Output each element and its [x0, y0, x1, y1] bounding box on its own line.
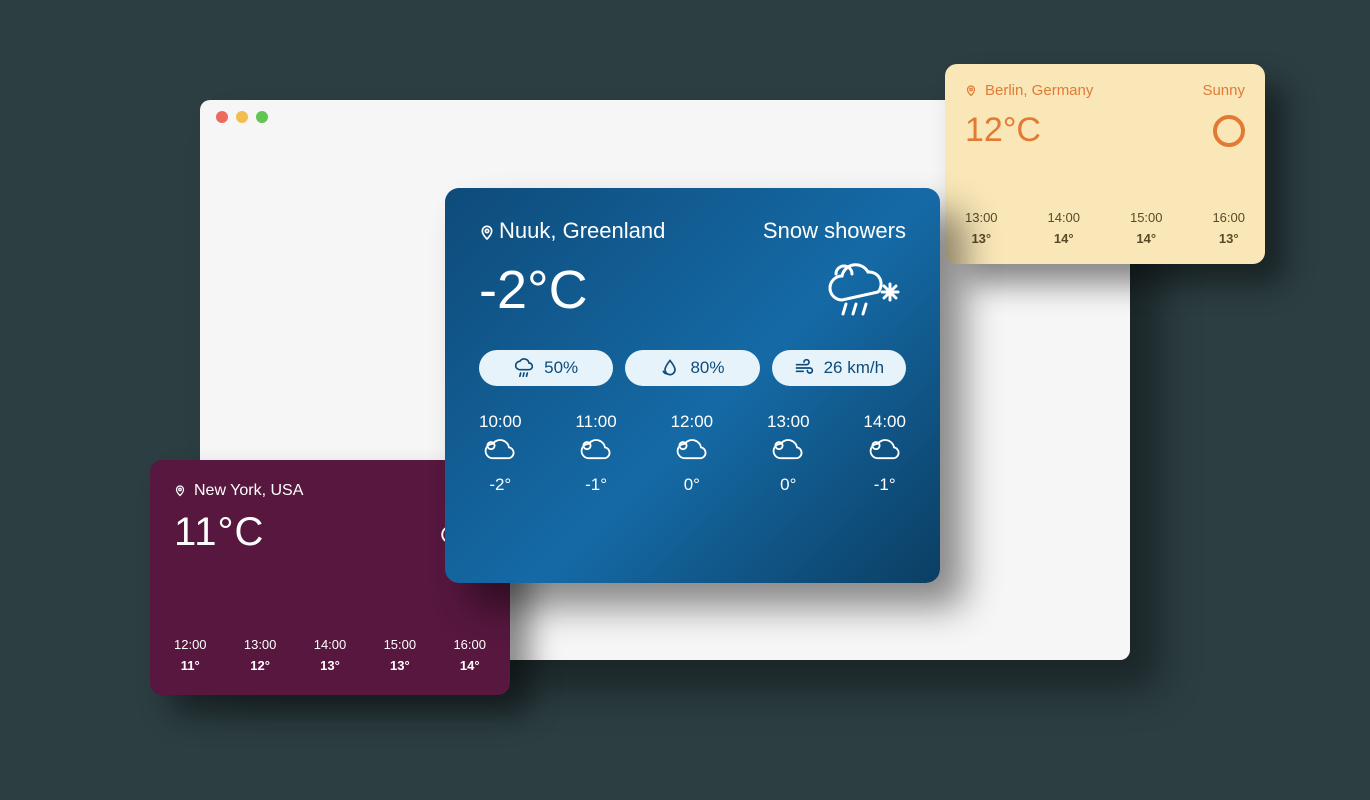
- precipitation-value: 50%: [544, 358, 578, 378]
- cloudy-icon: [674, 438, 710, 469]
- condition-text: Sunny: [1202, 82, 1245, 99]
- hour-time: 10:00: [479, 412, 522, 432]
- hour-temp: 14°: [453, 658, 486, 673]
- cloudy-icon: [867, 438, 903, 469]
- hour-temp: -1°: [874, 475, 896, 495]
- forecast-hour: 16:00 13°: [1212, 210, 1245, 246]
- temperature-value: 11°C: [174, 510, 264, 555]
- location-label: New York, USA: [174, 482, 303, 500]
- location-pin-icon: [174, 485, 186, 497]
- close-window-icon[interactable]: [216, 111, 228, 123]
- hour-time: 16:00: [453, 637, 486, 652]
- hour-time: 15:00: [384, 637, 417, 652]
- hour-temp: 13°: [1212, 231, 1245, 246]
- location-pin-icon: [965, 85, 977, 97]
- cloudy-icon: [482, 438, 518, 469]
- hour-time: 14:00: [314, 637, 347, 652]
- forecast-hour: 11:00 -1°: [575, 412, 616, 495]
- hour-temp: 0°: [684, 475, 700, 495]
- temperature-value: -2°C: [479, 259, 588, 321]
- hour-temp: 14°: [1130, 231, 1163, 246]
- hour-temp: 14°: [1047, 231, 1080, 246]
- forecast-hour: 14:00 13°: [314, 637, 347, 673]
- temperature-value: 12°C: [965, 111, 1041, 150]
- hour-temp: 0°: [780, 475, 796, 495]
- forecast-hour: 13:00 13°: [965, 210, 998, 246]
- location-label: Berlin, Germany: [965, 82, 1093, 99]
- forecast-hour: 10:00 -2°: [479, 412, 522, 495]
- hour-temp: 12°: [244, 658, 277, 673]
- hour-time: 12:00: [174, 637, 207, 652]
- hour-time: 13:00: [767, 412, 810, 432]
- wind-value: 26 km/h: [824, 358, 884, 378]
- forecast-hour: 12:00 0°: [671, 412, 714, 495]
- wind-pill: 26 km/h: [772, 350, 906, 386]
- cloudy-icon: [770, 438, 806, 469]
- forecast-hour: 12:00 11°: [174, 637, 207, 673]
- location-label: Nuuk, Greenland: [479, 218, 665, 244]
- hour-temp: -1°: [585, 475, 607, 495]
- sun-icon: [1213, 115, 1245, 147]
- location-pin-icon: [479, 225, 491, 237]
- humidity-value: 80%: [690, 358, 724, 378]
- hour-temp: 11°: [174, 658, 207, 673]
- hour-temp: -2°: [489, 475, 511, 495]
- forecast-hour: 14:00 14°: [1047, 210, 1080, 246]
- location-text: New York, USA: [194, 482, 303, 500]
- hour-temp: 13°: [965, 231, 998, 246]
- forecast-hour: 15:00 14°: [1130, 210, 1163, 246]
- hourly-forecast: 10:00 -2° 11:00 -1° 12:00 0° 13:00 0° 14…: [479, 412, 906, 495]
- forecast-hour: 13:00 0°: [767, 412, 810, 495]
- precipitation-pill: 50%: [479, 350, 613, 386]
- hour-time: 14:00: [1047, 210, 1080, 225]
- location-text: Nuuk, Greenland: [499, 218, 665, 244]
- forecast-hour: 13:00 12°: [244, 637, 277, 673]
- hour-time: 16:00: [1212, 210, 1245, 225]
- weather-card-berlin[interactable]: Berlin, Germany Sunny 12°C 13:00 13° 14:…: [945, 64, 1265, 264]
- forecast-hour: 14:00 -1°: [863, 412, 906, 495]
- condition-text: Snow showers: [763, 218, 906, 244]
- hour-time: 14:00: [863, 412, 906, 432]
- hour-time: 12:00: [671, 412, 714, 432]
- minimize-window-icon[interactable]: [236, 111, 248, 123]
- hour-time: 13:00: [965, 210, 998, 225]
- hour-time: 13:00: [244, 637, 277, 652]
- cloudy-icon: [578, 438, 614, 469]
- forecast-hour: 15:00 13°: [384, 637, 417, 673]
- hourly-forecast: 13:00 13° 14:00 14° 15:00 14° 16:00 13°: [965, 210, 1245, 246]
- humidity-pill: 80%: [625, 350, 759, 386]
- hourly-forecast: 12:00 11° 13:00 12° 14:00 13° 15:00 13° …: [174, 637, 486, 673]
- hour-temp: 13°: [314, 658, 347, 673]
- forecast-hour: 16:00 14°: [453, 637, 486, 673]
- weather-card-nuuk[interactable]: Nuuk, Greenland Snow showers -2°C: [445, 188, 940, 583]
- hour-temp: 13°: [384, 658, 417, 673]
- maximize-window-icon[interactable]: [256, 111, 268, 123]
- location-text: Berlin, Germany: [985, 82, 1093, 99]
- hour-time: 15:00: [1130, 210, 1163, 225]
- weather-metrics: 50% 80% 26 km/h: [479, 350, 906, 386]
- hour-time: 11:00: [575, 412, 616, 432]
- snow-showers-icon: [816, 258, 906, 322]
